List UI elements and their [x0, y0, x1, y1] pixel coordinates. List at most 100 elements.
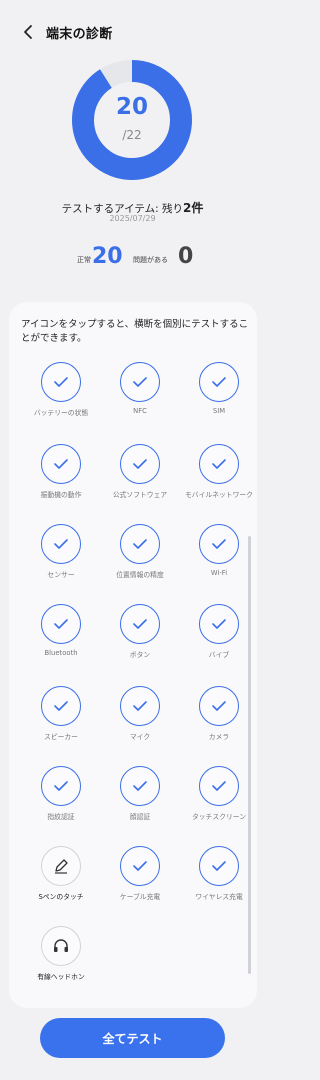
test-item-icon-circle	[120, 604, 160, 644]
test-item-icon-circle	[41, 766, 81, 806]
header: 端末の診断	[0, 18, 265, 46]
check-icon	[211, 376, 227, 388]
test-item-icon-circle	[41, 444, 81, 484]
test-items-card: アイコンをタップすると、横断を個別にテストすることができます。 バッテリーの状態…	[9, 302, 257, 1008]
test-item-label: モバイルネットワーク	[185, 491, 253, 499]
test-item-icon-circle	[199, 524, 239, 564]
test-item-label: 位置情報の精度	[116, 571, 164, 579]
test-item-icon-circle	[120, 524, 160, 564]
test-item-icon-circle	[120, 686, 160, 726]
test-item[interactable]: バッテリーの状態	[23, 362, 99, 428]
test-item-icon-circle	[120, 766, 160, 806]
test-item[interactable]: バイブ	[181, 604, 257, 670]
stats-row: 正常 20 問題がある 0	[0, 244, 265, 274]
test-item[interactable]: ワイヤレス充電	[181, 846, 257, 912]
test-item[interactable]: モバイルネットワーク	[181, 444, 257, 510]
test-item[interactable]: 有線ヘッドホン	[23, 926, 99, 992]
completed-count: 20	[115, 94, 148, 120]
chevron-left-icon	[24, 25, 32, 39]
back-button[interactable]	[18, 22, 38, 42]
test-item-icon-circle	[120, 846, 160, 886]
test-item-icon-circle	[41, 362, 81, 402]
check-icon	[53, 700, 69, 712]
test-item-label: マイク	[129, 733, 151, 741]
test-item-icon-circle	[41, 846, 81, 886]
test-item[interactable]: Sペンのタッチ	[23, 846, 99, 912]
check-icon	[132, 376, 148, 388]
total-count: /22	[122, 128, 142, 142]
test-item-label: ボタン	[129, 651, 151, 659]
pen-icon	[52, 857, 70, 875]
test-item-icon-circle	[120, 444, 160, 484]
check-icon	[211, 780, 227, 792]
test-item[interactable]: Bluetooth	[23, 604, 99, 670]
headphones-icon	[52, 937, 70, 955]
normal-value: 20	[92, 244, 123, 269]
check-icon	[132, 780, 148, 792]
test-all-label: 全てテスト	[102, 1031, 163, 1046]
test-item[interactable]: 顔認証	[102, 766, 178, 832]
check-icon	[132, 618, 148, 630]
test-item-label: バッテリーの状態	[33, 409, 89, 417]
test-item-icon-circle	[41, 604, 81, 644]
normal-label: 正常	[77, 256, 91, 264]
test-item-label: 公式ソフトウェア	[112, 491, 168, 499]
test-date: 2025/07/29	[109, 214, 156, 223]
test-item[interactable]: ボタン	[102, 604, 178, 670]
test-item[interactable]: 指紋認証	[23, 766, 99, 832]
check-icon	[53, 458, 69, 470]
test-item-label: 指紋認証	[47, 813, 75, 821]
test-item[interactable]: スピーカー	[23, 686, 99, 752]
test-item-label: Bluetooth	[44, 649, 78, 657]
test-item-label: 顔認証	[129, 813, 151, 821]
test-item-icon-circle	[199, 766, 239, 806]
test-item-icon-circle	[41, 686, 81, 726]
test-item[interactable]: マイク	[102, 686, 178, 752]
test-item-icon-circle	[120, 362, 160, 402]
progress-ring: 20 /22	[66, 54, 198, 186]
test-item-icon-circle	[199, 686, 239, 726]
test-item-icon-circle	[199, 604, 239, 644]
test-all-button[interactable]: 全てテスト	[40, 1018, 225, 1058]
check-icon	[132, 860, 148, 872]
issue-label: 問題がある	[133, 256, 168, 264]
test-item-label: 有線ヘッドホン	[37, 973, 85, 981]
check-icon	[211, 458, 227, 470]
check-icon	[132, 700, 148, 712]
test-item[interactable]: SIM	[181, 362, 257, 428]
test-item[interactable]: NFC	[102, 362, 178, 428]
test-item-icon-circle	[41, 524, 81, 564]
test-item-label: 振動機の動作	[40, 491, 82, 499]
test-item-label: センサー	[47, 571, 75, 579]
check-icon	[53, 780, 69, 792]
test-item[interactable]: センサー	[23, 524, 99, 590]
test-item[interactable]: カメラ	[181, 686, 257, 752]
check-icon	[211, 860, 227, 872]
test-item[interactable]: 振動機の動作	[23, 444, 99, 510]
check-icon	[53, 376, 69, 388]
test-item-label: スピーカー	[44, 733, 78, 741]
test-item-label: Sペンのタッチ	[38, 893, 84, 901]
test-item[interactable]: 位置情報の精度	[102, 524, 178, 590]
check-icon	[211, 618, 227, 630]
issue-value: 0	[178, 244, 194, 269]
check-icon	[53, 618, 69, 630]
test-item[interactable]: Wi-Fi	[181, 524, 257, 590]
test-item-icon-circle	[199, 444, 239, 484]
check-icon	[53, 538, 69, 550]
check-icon	[211, 700, 227, 712]
test-item[interactable]: タッチスクリーン	[181, 766, 257, 832]
remaining-count: 2件	[182, 201, 204, 215]
scrollbar[interactable]	[248, 536, 251, 974]
check-icon	[132, 458, 148, 470]
test-item-icon-circle	[199, 362, 239, 402]
test-item-label: NFC	[133, 407, 147, 415]
test-item-label: ケーブル充電	[119, 893, 161, 901]
test-item[interactable]: 公式ソフトウェア	[102, 444, 178, 510]
instructions-text: アイコンをタップすると、横断を個別にテストすることができます。	[21, 319, 249, 344]
test-item[interactable]: ケーブル充電	[102, 846, 178, 912]
test-item-icon-circle	[41, 926, 81, 966]
page-title: 端末の診断	[46, 27, 113, 42]
test-item-icon-circle	[199, 846, 239, 886]
test-item-label: SIM	[212, 407, 226, 415]
